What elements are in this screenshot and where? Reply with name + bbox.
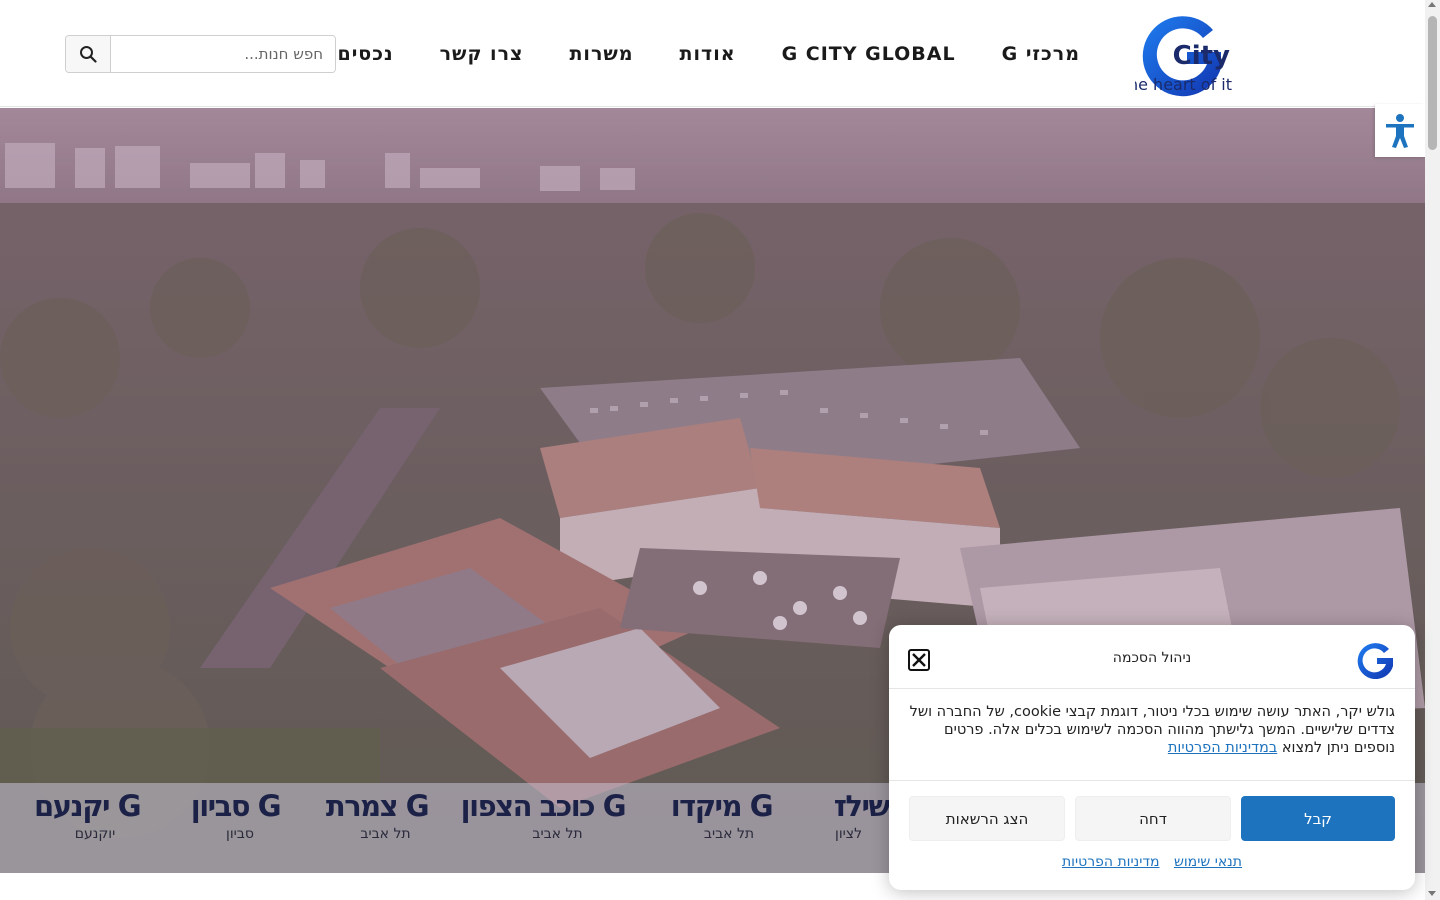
- accessibility-button[interactable]: [1375, 104, 1425, 157]
- center-item-kochav-hatzafon[interactable]: G כוכב הצפון תל אביב: [460, 789, 627, 842]
- center-city: תל אביב: [360, 826, 411, 842]
- center-name: G מיקדו: [670, 789, 774, 823]
- scrollbar-thumb[interactable]: [1428, 16, 1437, 150]
- consent-message: גולש יקר, האתר עושה שימוש בכלי ניטור, דו…: [909, 703, 1395, 757]
- gcity-logo[interactable]: City The heart of it.: [1113, 8, 1363, 100]
- accessibility-icon: [1386, 113, 1414, 148]
- nav-item-g-city-global[interactable]: G CITY GLOBAL: [782, 43, 956, 65]
- center-name: שילד: [835, 789, 889, 823]
- center-item-tzameret[interactable]: G צמרת תל אביב: [325, 789, 430, 842]
- deny-button[interactable]: דחה: [1075, 796, 1231, 841]
- cookie-consent-dialog: ניהול הסכמה גולש יקר, האתר עושה שימוש בכ…: [889, 625, 1415, 890]
- close-icon: [912, 653, 926, 667]
- nav-item-jobs[interactable]: משרות: [569, 43, 633, 65]
- view-preferences-button[interactable]: הצג הרשאות: [909, 796, 1065, 841]
- center-name: G כוכב הצפון: [460, 789, 627, 823]
- nav-item-about[interactable]: אודות: [680, 43, 736, 65]
- store-search-input[interactable]: [111, 36, 335, 72]
- center-item-mikado[interactable]: G מיקדו תל אביב: [670, 789, 774, 842]
- store-search: [65, 35, 336, 73]
- center-name: G צמרת: [325, 789, 430, 823]
- consent-footer-links: תנאי שימוש מדיניות הפרטיות: [889, 854, 1415, 870]
- center-city: תל אביב: [532, 826, 583, 842]
- page-scrollbar[interactable]: [1425, 0, 1440, 900]
- center-item-yokneam[interactable]: G יקנעם יוקנעם: [34, 789, 141, 842]
- nav-item-contact[interactable]: צרו קשר: [440, 43, 524, 65]
- nav-item-g-centers[interactable]: מרכזי G: [1002, 43, 1080, 65]
- consent-close-button[interactable]: [908, 649, 930, 671]
- site-header: City The heart of it. מרכזי G G CITY GLO…: [0, 0, 1425, 107]
- consent-body-text: גולש יקר, האתר עושה שימוש בכלי ניטור, דו…: [909, 704, 1395, 756]
- center-name: G סביון: [190, 789, 282, 823]
- scroll-down-arrow-icon[interactable]: [1428, 891, 1436, 896]
- search-button[interactable]: [66, 36, 111, 72]
- center-item-savyon[interactable]: G סביון סביון: [190, 789, 282, 842]
- logo-word: City: [1173, 41, 1230, 71]
- center-city: תל אביב: [703, 826, 755, 842]
- accept-button[interactable]: קבל: [1241, 796, 1395, 841]
- consent-divider: [889, 780, 1415, 781]
- center-city: יוקנעם: [74, 826, 116, 842]
- center-name: G יקנעם: [34, 789, 141, 823]
- consent-buttons: קבל דחה הצג הרשאות: [909, 796, 1395, 841]
- consent-title: ניהול הסכמה: [1112, 650, 1192, 666]
- main-nav: מרכזי G G CITY GLOBAL אודות משרות צרו קש…: [262, 0, 1080, 107]
- consent-privacy-link-inline[interactable]: במדיניות הפרטיות: [1168, 740, 1277, 756]
- center-item-rishon-lezion[interactable]: שילד לציון: [835, 789, 889, 842]
- scroll-up-arrow-icon[interactable]: [1428, 2, 1436, 7]
- privacy-policy-link[interactable]: מדיניות הפרטיות: [1062, 854, 1160, 870]
- logo-tagline: The heart of it.: [1135, 75, 1232, 94]
- search-icon: [80, 46, 97, 63]
- center-city: לציון: [835, 826, 863, 842]
- center-city: סביון: [226, 826, 254, 842]
- consent-header: ניהול הסכמה: [889, 625, 1415, 689]
- terms-of-use-link[interactable]: תנאי שימוש: [1174, 854, 1242, 870]
